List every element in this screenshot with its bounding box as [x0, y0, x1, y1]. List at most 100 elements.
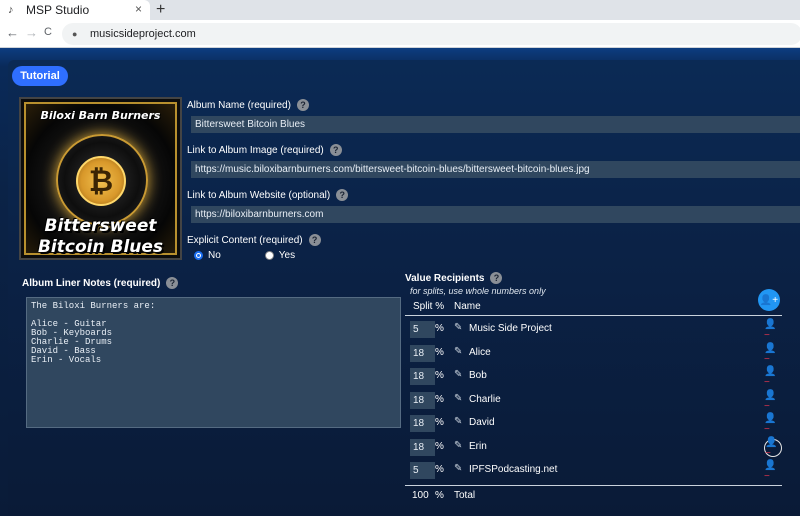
album-name-input[interactable]	[191, 116, 800, 133]
recipient-name: Alice	[469, 347, 491, 358]
edit-icon[interactable]: ✎	[454, 440, 462, 451]
recipient-row: % ✎ Bob 👤−	[405, 366, 785, 388]
split-input[interactable]	[410, 345, 435, 362]
total-value: 100	[412, 490, 429, 501]
album-image-help-icon[interactable]: ?	[329, 144, 342, 156]
address-bar-row: ← → C ● musicsideproject.com	[0, 20, 800, 48]
album-website-input[interactable]	[191, 206, 800, 223]
edit-icon[interactable]: ✎	[454, 322, 462, 333]
music-favicon-icon: ♪	[8, 4, 14, 16]
recipient-row: % ✎ Alice 👤−	[405, 343, 785, 365]
remove-user-icon[interactable]: 👤−	[764, 343, 782, 365]
liner-notes-help-icon[interactable]: ?	[166, 277, 179, 289]
album-name-help-icon[interactable]: ?	[296, 99, 309, 111]
recipient-name: David	[469, 417, 495, 428]
split-input[interactable]	[410, 392, 435, 409]
value-recipients-label: Value Recipients ?	[405, 272, 503, 284]
tab-title: MSP Studio	[26, 3, 90, 17]
explicit-content-help-icon[interactable]: ?	[308, 234, 321, 246]
total-row: 100 % Total	[405, 490, 785, 504]
split-input[interactable]	[410, 321, 435, 338]
edit-icon[interactable]: ✎	[454, 393, 462, 404]
explicit-content-label: Explicit Content (required) ?	[187, 234, 321, 246]
edit-icon[interactable]: ✎	[454, 416, 462, 427]
url-text: musicsideproject.com	[90, 28, 196, 40]
add-user-icon: 👤+	[759, 294, 779, 306]
total-percent-sign: %	[435, 490, 444, 501]
percent-sign: %	[435, 417, 444, 428]
value-recipients-hint: for splits, use whole numbers only	[410, 286, 546, 296]
album-art-title-line2: Bitcoin Blues	[37, 237, 164, 257]
split-input[interactable]	[410, 439, 435, 456]
new-tab-button[interactable]: +	[156, 0, 165, 20]
album-name-label: Album Name (required) ?	[187, 99, 309, 111]
recipient-name: Bob	[469, 370, 487, 381]
album-art-frame: ₿ Biloxi Barn Burners Bittersweet Bitcoi…	[24, 102, 177, 257]
url-bar[interactable]: ● musicsideproject.com	[62, 23, 800, 45]
explicit-yes-label[interactable]: Yes	[279, 250, 295, 261]
percent-sign: %	[435, 464, 444, 475]
liner-notes-textarea[interactable]: The Biloxi Burners are: Alice - Guitar B…	[26, 297, 401, 428]
remove-user-icon[interactable]: 👤−	[764, 437, 782, 459]
album-website-label: Link to Album Website (optional) ?	[187, 189, 349, 201]
reload-icon[interactable]: C	[44, 26, 52, 38]
percent-sign: %	[435, 370, 444, 381]
value-recipients-title: Value Recipients	[405, 272, 485, 284]
back-arrow-icon[interactable]: ←	[6, 25, 19, 40]
album-name-label-text: Album Name (required)	[187, 99, 291, 111]
site-info-icon[interactable]: ●	[72, 29, 84, 39]
album-image-label-text: Link to Album Image (required)	[187, 144, 324, 156]
liner-notes-label: Album Liner Notes (required) ?	[22, 277, 179, 289]
browser-tab[interactable]: ♪ MSP Studio ×	[0, 0, 150, 20]
explicit-no-label[interactable]: No	[208, 250, 221, 261]
remove-user-icon[interactable]: 👤−	[764, 319, 782, 341]
remove-user-icon[interactable]: 👤−	[764, 366, 782, 388]
close-tab-icon[interactable]: ×	[135, 2, 142, 16]
column-header-name: Name	[454, 301, 481, 312]
edit-icon[interactable]: ✎	[454, 463, 462, 474]
album-website-label-text: Link to Album Website (optional)	[187, 189, 331, 201]
bitcoin-coin-graphic: ₿	[76, 156, 126, 206]
recipient-row: % ✎ Erin 👤−	[405, 437, 785, 459]
remove-user-icon[interactable]: 👤−	[764, 460, 782, 482]
forward-arrow-icon[interactable]: →	[25, 25, 38, 40]
album-art-band-name: Biloxi Barn Burners	[40, 109, 161, 122]
recipient-row: % ✎ Charlie 👤−	[405, 390, 785, 412]
album-art-image: ₿ Biloxi Barn Burners Bittersweet Bitcoi…	[19, 97, 182, 260]
remove-user-icon[interactable]: 👤−	[764, 390, 782, 412]
edit-icon[interactable]: ✎	[454, 346, 462, 357]
explicit-no-radio[interactable]	[194, 251, 203, 260]
percent-sign: %	[435, 347, 444, 358]
recipient-name: IPFSPodcasting.net	[469, 464, 558, 475]
explicit-content-label-text: Explicit Content (required)	[187, 234, 303, 246]
percent-sign: %	[435, 441, 444, 452]
explicit-radio-group: No Yes	[194, 250, 295, 261]
header-divider	[405, 315, 782, 316]
column-header-split: Split %	[413, 301, 445, 312]
recipient-row: % ✎ David 👤−	[405, 413, 785, 435]
recipient-row: % ✎ Music Side Project 👤−	[405, 319, 785, 341]
tutorial-button[interactable]: Tutorial	[12, 66, 68, 86]
recipient-name: Charlie	[469, 394, 501, 405]
remove-user-icon[interactable]: 👤−	[764, 413, 782, 435]
split-input[interactable]	[410, 415, 435, 432]
recipient-name: Music Side Project	[469, 323, 552, 334]
recipient-name: Erin	[469, 441, 487, 452]
album-art-title-line1: Bittersweet	[44, 216, 157, 236]
split-input[interactable]	[410, 368, 435, 385]
value-recipients-help-icon[interactable]: ?	[490, 272, 503, 284]
browser-tab-strip: ♪ MSP Studio × +	[0, 0, 800, 20]
edit-icon[interactable]: ✎	[454, 369, 462, 380]
percent-sign: %	[435, 323, 444, 334]
total-divider	[405, 485, 782, 486]
total-label: Total	[454, 490, 476, 501]
add-recipient-button[interactable]: 👤+	[758, 289, 780, 311]
album-image-label: Link to Album Image (required) ?	[187, 144, 342, 156]
liner-notes-label-text: Album Liner Notes (required)	[22, 277, 161, 289]
percent-sign: %	[435, 394, 444, 405]
split-input[interactable]	[410, 462, 435, 479]
album-image-input[interactable]	[191, 161, 800, 178]
recipient-row: % ✎ IPFSPodcasting.net 👤−	[405, 460, 785, 482]
explicit-yes-radio[interactable]	[264, 251, 274, 260]
album-website-help-icon[interactable]: ?	[336, 189, 349, 201]
